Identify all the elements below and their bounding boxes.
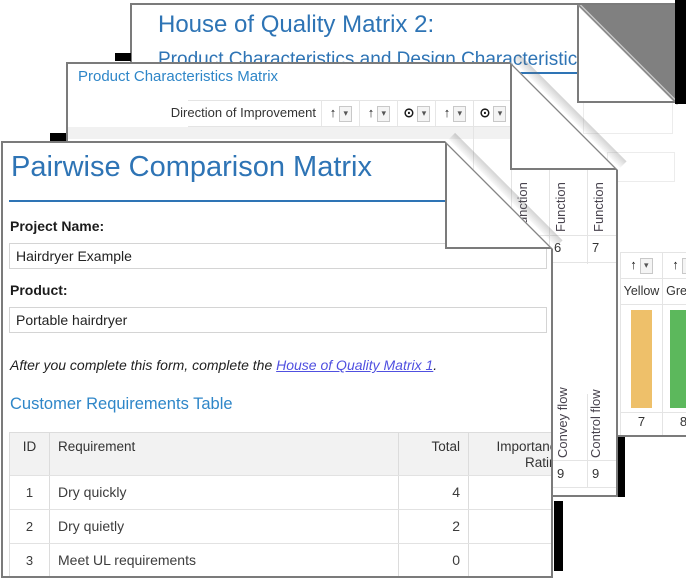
up-arrow-icon: ↑ (444, 105, 451, 120)
direction-select[interactable]: ↑▾ (435, 100, 474, 126)
direction-of-improvement-label: Direction of Improvement (68, 100, 316, 126)
cell-id: 3 (10, 544, 49, 577)
table-row: 3 Meet UL requirements 0 (10, 543, 553, 577)
back-page-title: House of Quality Matrix 2: (158, 11, 434, 39)
cell-total: 4 (398, 476, 468, 509)
function-column-value: 7 (592, 240, 599, 255)
target-icon: ⊙ (480, 105, 491, 120)
up-arrow-icon: ↑ (368, 105, 375, 120)
front-title-rule (9, 200, 449, 202)
target-icon: ⊙ (404, 105, 415, 120)
stacked-documents: House of Quality Matrix 2: Product Chara… (0, 0, 686, 581)
product-label: Product: (10, 282, 68, 298)
column-label-yellow: Yellow (621, 278, 662, 304)
up-arrow-icon: ↑ (672, 257, 679, 272)
green-bar (670, 310, 686, 408)
note-suffix: . (433, 357, 437, 373)
cell-total: 0 (398, 544, 468, 577)
cell-requirement: Meet UL requirements (49, 544, 398, 577)
flow-column-value: 9 (557, 466, 564, 481)
shadow-fragment (115, 53, 131, 61)
chevron-down-icon[interactable]: ▾ (493, 106, 506, 122)
product-input[interactable] (9, 307, 547, 333)
direction-select[interactable]: ↑▾ (663, 252, 686, 278)
yellow-bar (631, 310, 652, 408)
requirements-table-heading: Customer Requirements Table (10, 395, 233, 414)
middle-page-shadow (617, 437, 625, 497)
shadow-fragment (50, 133, 66, 141)
up-arrow-icon: ↑ (630, 257, 637, 272)
front-page-pairwise-comparison: Pairwise Comparison Matrix Project Name:… (1, 141, 553, 578)
column-value: 7 (621, 414, 662, 429)
cell-importance[interactable] (468, 476, 553, 509)
function-column-label: Function (553, 174, 568, 232)
direction-select[interactable]: ↑▾ (359, 100, 398, 126)
folded-corner (577, 3, 677, 103)
flow-column-value: 9 (592, 466, 599, 481)
cell-total: 2 (398, 510, 468, 543)
cell-requirement: Dry quickly (49, 476, 398, 509)
fold-line (577, 3, 679, 105)
header-total: Total (398, 433, 468, 475)
direction-select[interactable]: ↑▾ (321, 100, 360, 126)
direction-select[interactable]: ⊙▾ (473, 100, 512, 126)
column-value: 8 (663, 414, 686, 429)
chevron-down-icon[interactable]: ▾ (640, 258, 653, 274)
chevron-down-icon[interactable]: ▾ (417, 106, 430, 122)
note-prefix: After you complete this form, complete t… (10, 357, 276, 373)
chevron-down-icon[interactable]: ▾ (682, 258, 686, 274)
front-page-title: Pairwise Comparison Matrix (11, 151, 372, 184)
cell-id: 2 (10, 510, 49, 543)
project-name-label: Project Name: (10, 218, 104, 234)
direction-select[interactable]: ⊙▾ (397, 100, 436, 126)
completion-note: After you complete this form, complete t… (10, 357, 437, 373)
header-importance-rating: Importance Rating (468, 433, 553, 475)
table-row: 1 Dry quickly 4 (10, 475, 553, 509)
customer-requirements-table: ID Requirement Total Importance Rating 1… (9, 432, 553, 578)
direction-select[interactable]: ↑▾ (621, 252, 662, 278)
header-requirement: Requirement (49, 433, 398, 475)
cell-importance[interactable] (468, 544, 553, 577)
house-of-quality-matrix-1-link[interactable]: House of Quality Matrix 1 (276, 357, 433, 373)
cell-id: 1 (10, 476, 49, 509)
back-fold-shadow (675, 0, 686, 104)
column-label-green: Green (663, 278, 686, 304)
gridline (620, 304, 686, 305)
up-arrow-icon: ↑ (330, 105, 337, 120)
chevron-down-icon[interactable]: ▾ (339, 106, 352, 122)
table-row: 2 Dry quietly 2 (10, 509, 553, 543)
cell-requirement: Dry quietly (49, 510, 398, 543)
chevron-down-icon[interactable]: ▾ (377, 106, 390, 122)
control-flow-column-label: Control flow (588, 382, 603, 458)
gridline (620, 412, 686, 413)
convey-flow-column-label: Convey flow (555, 382, 570, 458)
middle-page-heading: Product Characteristics Matrix (78, 68, 278, 85)
front-page-shadow (554, 501, 563, 571)
header-id: ID (10, 433, 49, 475)
empty-cell (583, 102, 673, 134)
cell-importance[interactable] (468, 510, 553, 543)
table-header-row: ID Requirement Total Importance Rating (10, 433, 553, 475)
chevron-down-icon[interactable]: ▾ (453, 106, 466, 122)
function-column-label: Function (591, 174, 606, 232)
